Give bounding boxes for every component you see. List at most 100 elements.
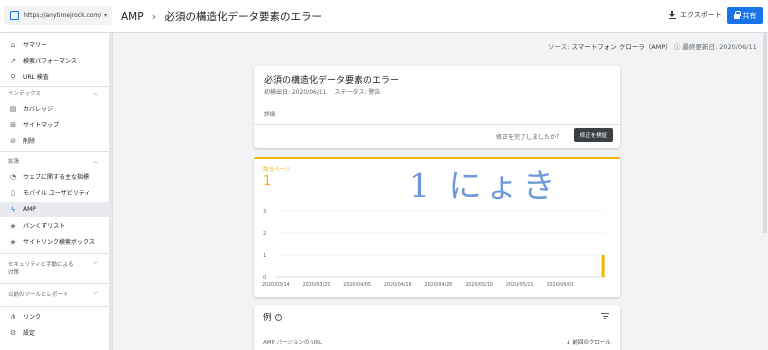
- sidebar-item-label: 設定: [23, 330, 36, 337]
- sidebar-item-label: AMP: [23, 206, 36, 213]
- source-label: ソース:: [548, 43, 570, 51]
- sidebar-item-label: リンク: [23, 314, 42, 321]
- sidebar-item-links[interactable]: ⋔ リンク: [0, 309, 109, 324]
- x-tick-label: 2020/04/16: [384, 282, 412, 288]
- sidebar-item-label: サイトマップ: [23, 122, 60, 129]
- chevron-up-icon[interactable]: ︿: [93, 90, 98, 97]
- chevron-down-icon[interactable]: ﹀: [93, 291, 98, 298]
- source-value: スマートフォン クローラ（AMP）: [571, 43, 672, 51]
- amp-icon: ϟ: [10, 205, 16, 214]
- sidebar-item-summary[interactable]: ⌂ サマリー: [0, 37, 109, 52]
- mobile-icon: ▯: [11, 188, 15, 197]
- main-scrollbar[interactable]: [763, 33, 768, 350]
- breadcrumb-root[interactable]: AMP: [121, 11, 144, 23]
- first-detected: 初検出日: 2020/06/11: [264, 89, 327, 96]
- x-tick-label: 2020/03/14: [262, 282, 290, 288]
- search-icon: ⚲: [10, 72, 16, 81]
- section-security-line1[interactable]: セキュリティと手動による: [8, 261, 74, 269]
- x-tick-label: 2020/04/05: [343, 282, 371, 288]
- examples-title-row: 例?: [263, 311, 282, 323]
- sidebar-item-label: カバレッジ: [23, 106, 54, 113]
- divider: [0, 86, 109, 87]
- sidebar-item-label: サマリー: [23, 42, 48, 49]
- y-tick-label: 0: [263, 275, 266, 281]
- sidebar-item-mobile-usability[interactable]: ▯ モバイル ユーザビリティ: [0, 185, 109, 200]
- updated-value: 2020/06/11: [719, 43, 757, 51]
- filter-icon[interactable]: [601, 313, 609, 319]
- chevron-down-icon: ▾: [103, 12, 107, 19]
- sitelinks-icon: ◈: [10, 237, 16, 246]
- issue-card: 必須の構造化データ要素のエラー 初検出日: 2020/06/11 ステータス: …: [254, 66, 620, 148]
- column-header-last-crawl-label: 前回のクロール: [572, 340, 611, 346]
- x-tick-label: 2020/05/10: [465, 282, 493, 288]
- details-link[interactable]: 詳細: [264, 110, 275, 118]
- section-legacy-tools[interactable]: 以前のツールとレポート: [8, 291, 69, 299]
- section-security-line2[interactable]: 対策: [8, 269, 19, 277]
- y-tick-label: 2: [263, 231, 266, 237]
- chevron-down-icon[interactable]: ﹀: [93, 261, 98, 268]
- chevron-right-icon: ›: [151, 11, 157, 23]
- section-enhancements[interactable]: 拡張: [8, 158, 19, 166]
- share-button[interactable]: 共有: [727, 7, 763, 24]
- settings-icon: ⚙: [9, 328, 17, 337]
- coverage-icon: ▤: [9, 104, 17, 113]
- sidebar-item-performance[interactable]: ↗ 検索パフォーマンス: [0, 53, 109, 68]
- x-tick-label: 2020/04/28: [425, 282, 453, 288]
- download-icon: [669, 11, 676, 19]
- sidebar-item-label: サイトリンク検索ボックス: [23, 239, 95, 246]
- sidebar-item-amp[interactable]: ϟ AMP: [0, 202, 109, 217]
- chevron-up-icon[interactable]: ︿: [93, 158, 98, 165]
- divider: [0, 151, 109, 152]
- trending-icon: ↗: [10, 56, 16, 65]
- scrollbar-thumb[interactable]: [763, 33, 767, 233]
- links-icon: ⋔: [10, 312, 16, 321]
- y-tick-label: 3: [263, 209, 266, 215]
- share-label: 共有: [742, 11, 757, 20]
- divider: [0, 253, 109, 254]
- export-label: エクスポート: [680, 11, 722, 19]
- sidebar-item-label: モバイル ユーザビリティ: [23, 190, 91, 197]
- divider: [254, 124, 620, 125]
- sidebar-item-sitelinks-searchbox[interactable]: ◈ サイトリンク検索ボックス: [0, 234, 109, 249]
- sidebar-item-settings[interactable]: ⚙ 設定: [0, 325, 109, 340]
- divider: [0, 283, 109, 284]
- examples-title: 例: [263, 313, 272, 323]
- sidebar-item-url-inspection[interactable]: ⚲ URL 検査: [0, 69, 109, 84]
- x-tick-label: 2020/03/25: [303, 282, 331, 288]
- column-header-url[interactable]: AMP バージョンの URL: [263, 338, 322, 346]
- sidebar-item-coverage[interactable]: ▤ カバレッジ: [0, 101, 109, 116]
- examples-card: 例? AMP バージョンの URL ↓ 前回のクロール: [254, 305, 620, 350]
- top-bar: https://anytimejrock.com/ ▾ AMP › 必須の構造化…: [0, 0, 768, 33]
- bar: [601, 255, 605, 277]
- sidebar-item-label: ウェブに関する主な指標: [23, 174, 90, 181]
- section-index[interactable]: インデックス: [8, 90, 41, 98]
- export-button[interactable]: エクスポート: [669, 10, 722, 20]
- property-selector[interactable]: https://anytimejrock.com/ ▾: [4, 6, 112, 25]
- sidebar-item-label: パンくずリスト: [23, 223, 66, 230]
- issue-status: ステータス: 警告: [334, 89, 381, 96]
- divider: [0, 306, 109, 307]
- remove-icon: ⊘: [10, 136, 16, 145]
- breadcrumb-icon: ◈: [10, 221, 16, 230]
- x-tick-label: 2020/05/21: [506, 282, 534, 288]
- sidebar-item-core-web-vitals[interactable]: ◔ ウェブに関する主な指標: [0, 169, 109, 184]
- affected-pages-card: 該当ページ 1 1 にょき 3 2 1 0 2020/03/14 2020/03/25 20…: [254, 157, 620, 297]
- issue-meta: 初検出日: 2020/06/11 ステータス: 警告: [264, 87, 380, 96]
- sidebar-item-sitemaps[interactable]: ⊞ サイトマップ: [0, 117, 109, 132]
- column-header-last-crawl[interactable]: ↓ 前回のクロール: [566, 338, 611, 346]
- sidebar-item-breadcrumbs[interactable]: ◈ パンくずリスト: [0, 218, 109, 233]
- lock-icon: [733, 11, 741, 19]
- help-icon[interactable]: ?: [274, 314, 282, 321]
- source-info: ソース: スマートフォン クローラ（AMP） ⓘ 最終更新日: 2020/06/…: [548, 41, 757, 51]
- property-icon: [10, 11, 19, 20]
- fix-question: 修正を完了しましたか？: [496, 134, 563, 141]
- sidebar-item-label: 削除: [23, 138, 36, 145]
- breadcrumb: AMP › 必須の構造化データ要素のエラー: [121, 9, 322, 24]
- home-icon: ⌂: [10, 40, 16, 49]
- sidebar-item-removals[interactable]: ⊘ 削除: [0, 133, 109, 148]
- validate-fix-button[interactable]: 修正を検証: [574, 128, 613, 142]
- y-tick-label: 1: [263, 253, 266, 259]
- sitemap-icon: ⊞: [10, 120, 16, 129]
- property-url: https://anytimejrock.com/: [24, 12, 102, 19]
- sidebar-scrollbar[interactable]: [109, 33, 112, 350]
